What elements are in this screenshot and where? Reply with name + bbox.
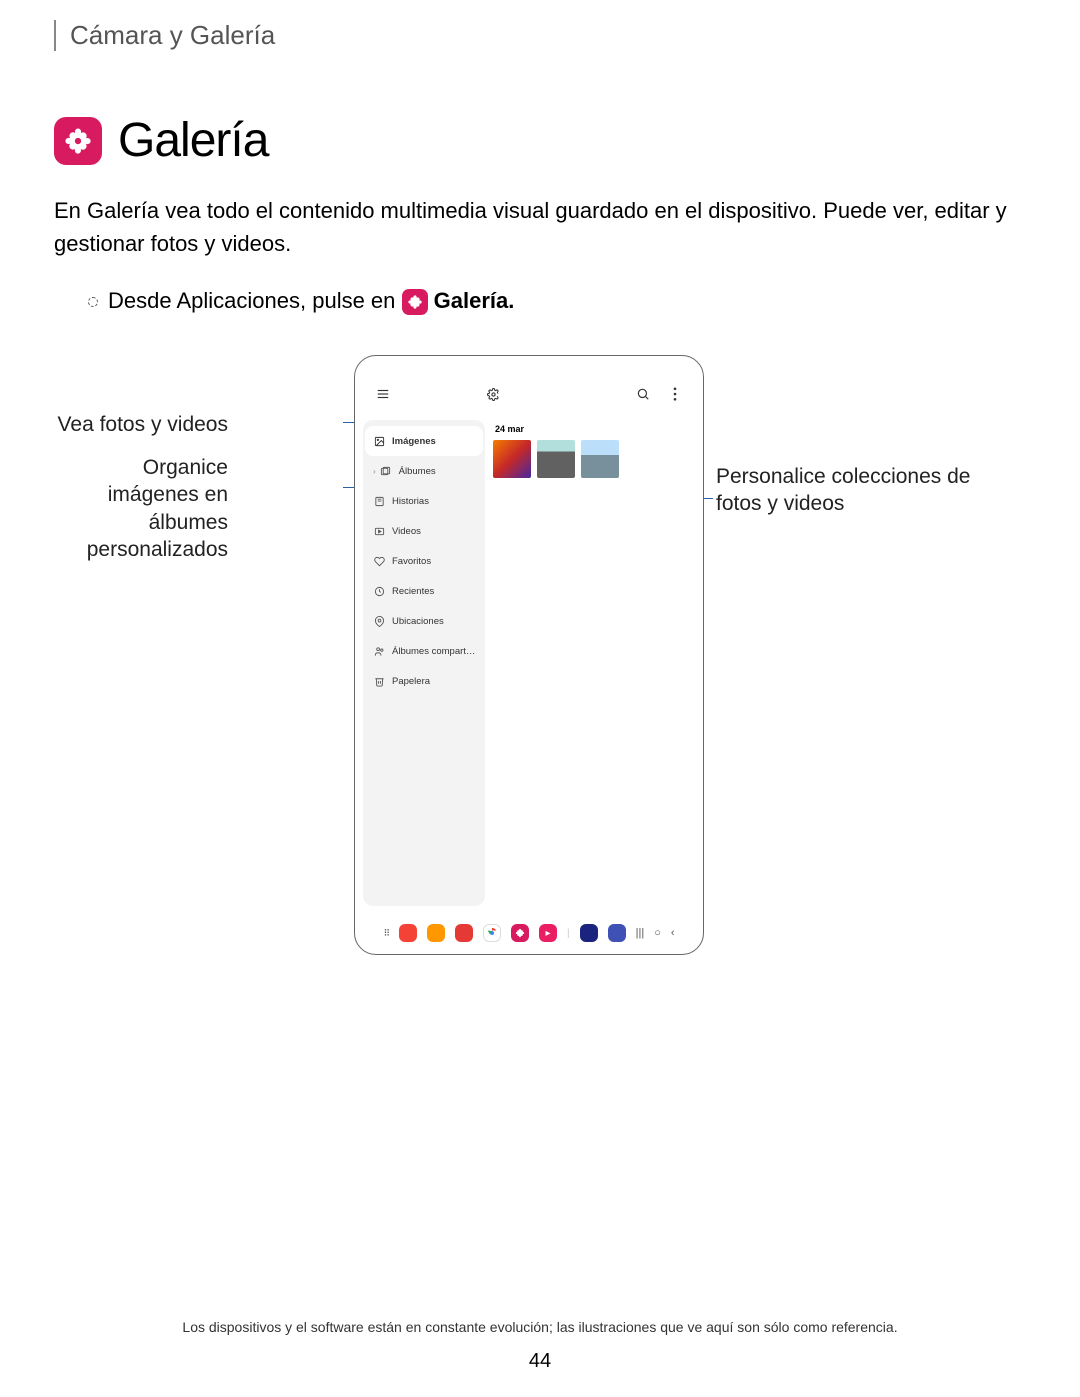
home-nav-icon[interactable]: ○ <box>654 927 661 939</box>
page-title: Galería <box>118 113 268 168</box>
divider: | <box>567 928 570 939</box>
gallery-sidebar: Imágenes › Álbumes Historias <box>363 420 485 906</box>
recents-nav-icon[interactable]: ||| <box>636 927 645 939</box>
sidebar-label: Ubicaciones <box>392 616 444 627</box>
clock-icon <box>373 585 385 597</box>
sidebar-label: Historias <box>392 496 429 507</box>
sidebar-item-shared-albums[interactable]: Álbumes compart… <box>365 636 483 666</box>
sidebar-item-images[interactable]: Imágenes <box>365 426 483 456</box>
pin-icon <box>373 615 385 627</box>
gallery-app-icon <box>54 117 102 165</box>
disclaimer-text: Los dispositivos y el software están en … <box>0 1319 1080 1335</box>
gallery-inline-icon <box>402 289 428 315</box>
page-number: 44 <box>0 1350 1080 1373</box>
instruction-text: Desde Aplicaciones, pulse en Galería. <box>108 288 514 315</box>
app-icon[interactable] <box>399 924 417 942</box>
app-icon[interactable]: ▸ <box>539 924 557 942</box>
gear-icon[interactable] <box>485 386 501 402</box>
bullet-icon <box>88 297 98 307</box>
sidebar-item-locations[interactable]: Ubicaciones <box>365 606 483 636</box>
phone-diagram: Vea fotos y videos Organice imágenes en … <box>54 355 1020 995</box>
callout-stories: Personalice colecciones de fotos y video… <box>716 463 1020 518</box>
apps-grid-icon[interactable]: ⠿ <box>383 928 389 939</box>
app-icon[interactable] <box>427 924 445 942</box>
app-icon[interactable] <box>608 924 626 942</box>
chrome-icon[interactable] <box>483 924 501 942</box>
video-icon <box>373 525 385 537</box>
people-icon <box>373 645 385 657</box>
device-taskbar: ⠿ ▸ | ||| ○ ‹ <box>355 914 703 954</box>
chevron-right-icon: › <box>373 467 376 476</box>
callout-photos-videos: Vea fotos y videos <box>58 411 228 438</box>
sidebar-item-videos[interactable]: Videos <box>365 516 483 546</box>
sidebar-item-trash[interactable]: Papelera <box>365 666 483 696</box>
menu-icon[interactable] <box>375 386 391 402</box>
sidebar-label: Imágenes <box>392 436 436 447</box>
photo-thumbnail[interactable] <box>493 440 531 478</box>
app-icon[interactable] <box>580 924 598 942</box>
sidebar-label: Papelera <box>392 676 430 687</box>
back-nav-icon[interactable]: ‹ <box>671 927 675 939</box>
sidebar-label: Recientes <box>392 586 434 597</box>
sidebar-item-stories[interactable]: Historias <box>365 486 483 516</box>
sidebar-label: Favoritos <box>392 556 431 567</box>
sidebar-item-recents[interactable]: Recientes <box>365 576 483 606</box>
sidebar-label: Videos <box>392 526 421 537</box>
sidebar-label: Álbumes compart… <box>392 646 475 657</box>
image-icon <box>373 435 385 447</box>
sidebar-label: Álbumes <box>399 466 436 477</box>
heart-icon <box>373 555 385 567</box>
stories-icon <box>373 495 385 507</box>
sidebar-item-albums[interactable]: › Álbumes <box>365 456 483 486</box>
app-icon[interactable] <box>455 924 473 942</box>
sidebar-item-favorites[interactable]: Favoritos <box>365 546 483 576</box>
photo-thumbnail[interactable] <box>537 440 575 478</box>
trash-icon <box>373 675 385 687</box>
intro-text: En Galería vea todo el contenido multime… <box>54 194 1020 260</box>
date-header: 24 mar <box>493 424 693 434</box>
photo-thumbnail[interactable] <box>581 440 619 478</box>
more-icon[interactable] <box>667 386 683 402</box>
breadcrumb: Cámara y Galería <box>70 20 1020 51</box>
gallery-taskbar-icon[interactable] <box>511 924 529 942</box>
gallery-grid: 24 mar <box>491 420 695 906</box>
callout-albums: Organice imágenes en álbumes personaliza… <box>54 454 228 563</box>
albums-icon <box>380 465 392 477</box>
device-mockup: Imágenes › Álbumes Historias <box>354 355 704 955</box>
search-icon[interactable] <box>635 386 651 402</box>
